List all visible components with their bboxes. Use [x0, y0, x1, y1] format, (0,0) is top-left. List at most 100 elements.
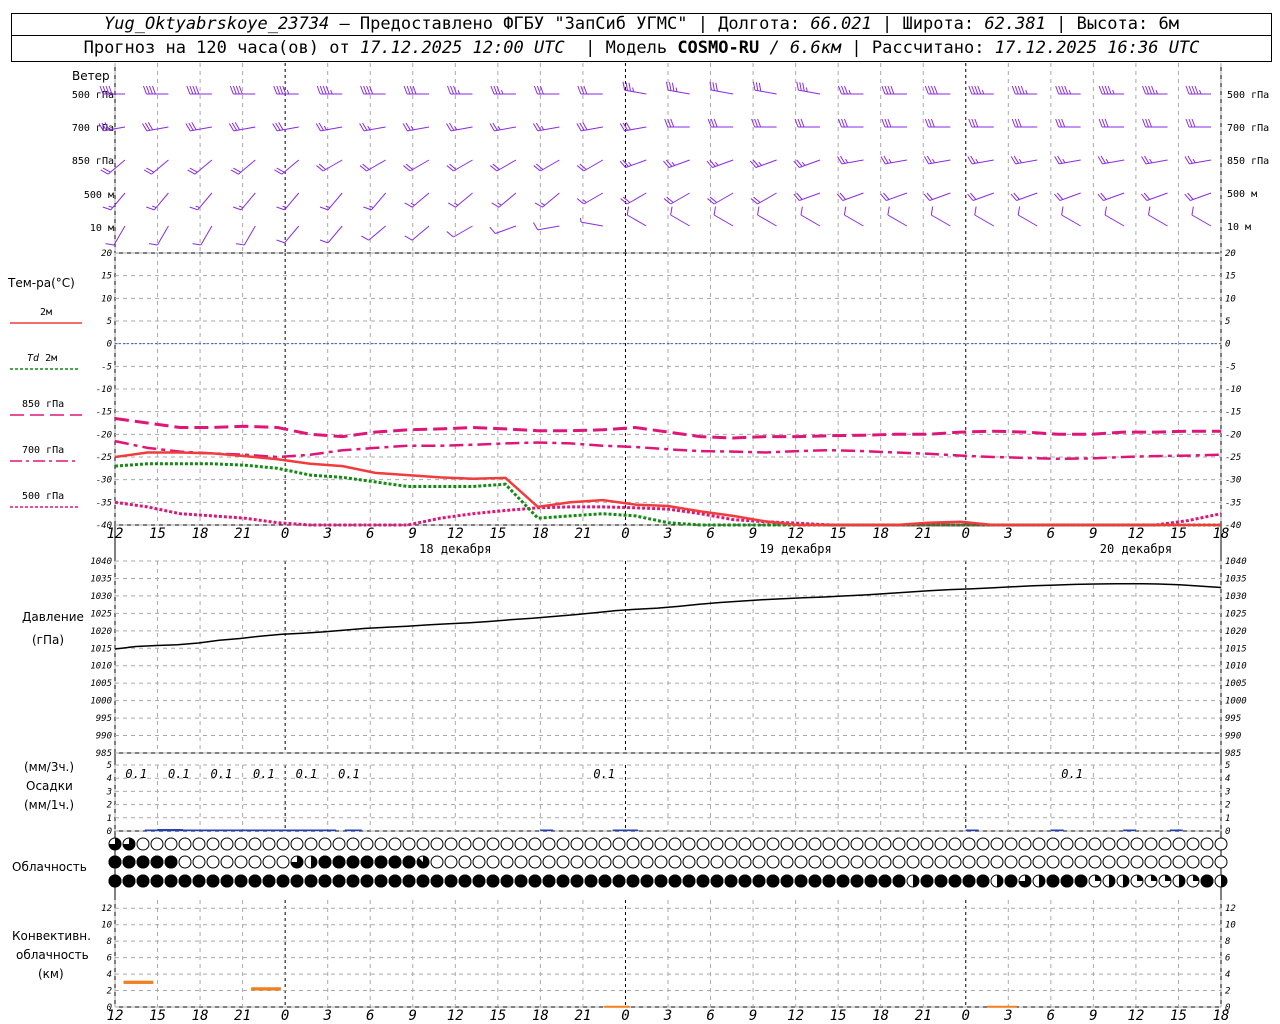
- cloud-cover-low-fill: [598, 874, 612, 888]
- cloud-cover-low-fill: [1165, 875, 1171, 881]
- cloud-cover-middle: [276, 855, 290, 869]
- x-tick-label: 15: [489, 1008, 506, 1024]
- x-tick-label: 9: [1089, 1008, 1097, 1024]
- cloud-cover-high: [1032, 837, 1046, 851]
- cloud-cover-high: [472, 837, 486, 851]
- cloud-cover-middle: [640, 855, 654, 869]
- cloud-cover-middle: [934, 855, 948, 869]
- cloud-cover-high: [892, 837, 906, 851]
- y-tick-label: -10: [96, 385, 112, 395]
- cloud-cover-middle: [822, 855, 836, 869]
- cloud-cover-low-fill: [514, 874, 528, 888]
- cloud-cover-middle: [906, 855, 920, 869]
- wind-level-label-right: 500 гПа: [1227, 90, 1269, 101]
- cloud-cover-middle: [724, 855, 738, 869]
- cloud-cover-low-fill: [892, 874, 906, 888]
- wind-barb: [447, 192, 473, 208]
- wind-barb: [1185, 118, 1211, 128]
- cloud-cover-middle: [808, 855, 822, 869]
- cloud-cover-low-fill: [416, 874, 430, 888]
- wind-barb: [577, 85, 603, 95]
- cloud-cover-low-fill: [808, 874, 822, 888]
- x-tick-label: 21: [234, 1008, 251, 1024]
- cloud-cover-middle: [584, 855, 598, 869]
- x-tick-label: 18: [872, 526, 889, 542]
- wind-barb: [880, 192, 908, 201]
- cloud-cover-middle: [612, 855, 626, 869]
- wind-level-label-right: 500 м: [1227, 189, 1257, 200]
- cloud-cover-low-fill: [864, 874, 878, 888]
- wind-barb: [272, 122, 299, 132]
- wind-barb: [974, 206, 995, 227]
- x-tick-label: 15: [830, 1008, 847, 1024]
- cloud-cover-middle: [738, 855, 752, 869]
- cloud-cover-middle: [1214, 855, 1228, 869]
- wind-barb: [751, 118, 777, 128]
- cloud-cover-low-fill: [752, 874, 766, 888]
- wind-barb: [880, 155, 908, 165]
- wind-barb: [490, 85, 516, 95]
- y-tick-label: 2: [1225, 987, 1230, 997]
- x-tick-label: 12: [447, 526, 464, 542]
- cloud-cover-high: [598, 837, 612, 851]
- y-tick-label: 995: [1225, 714, 1241, 724]
- cloud-cover-middle: [1116, 855, 1130, 869]
- cloud-cover-high: [542, 837, 556, 851]
- cloud-cover-low-fill: [150, 874, 164, 888]
- cloud-cover-middle: [178, 855, 192, 869]
- wind-barb: [1142, 85, 1168, 95]
- cloud-cover-middle: [206, 855, 220, 869]
- wind-barb: [619, 122, 647, 132]
- wind-barb: [192, 225, 213, 246]
- cloud-cover-low-fill: [556, 874, 570, 888]
- wind-barb: [533, 159, 560, 172]
- wind-barb: [142, 122, 169, 132]
- wind-barb: [707, 192, 734, 205]
- cloud-cover-middle: [710, 855, 724, 869]
- cloud-cover-middle: [486, 855, 500, 869]
- wind-barb: [1098, 85, 1125, 95]
- cloud-cover-middle: [1032, 855, 1046, 869]
- cloud-cover-low-fill: [920, 874, 934, 888]
- cloud-cover-low-fill: [1109, 875, 1115, 887]
- wind-barb: [102, 192, 126, 211]
- wind-barb: [843, 206, 864, 227]
- cloud-cover-low-fill: [654, 874, 668, 888]
- cloud-cover-high: [570, 837, 584, 851]
- y-tick-label: -25: [1225, 453, 1241, 463]
- cloud-cover-low-fill: [346, 874, 360, 888]
- cloud-cover-high: [654, 837, 668, 851]
- cloud-cover-low-fill: [1193, 875, 1199, 881]
- cloud-cover-middle-fill: [388, 855, 402, 869]
- wind-barb: [276, 225, 300, 244]
- wind-barb: [447, 85, 473, 95]
- cloud-cover-middle-fill: [136, 855, 150, 869]
- cloud-cover-middle: [528, 855, 542, 869]
- cloud-cover-high: [304, 837, 318, 851]
- wind-barb: [626, 206, 647, 227]
- cloud-cover-middle: [682, 855, 696, 869]
- wind-barb: [670, 206, 690, 227]
- wind-barb: [1148, 206, 1168, 227]
- precip-bar: [965, 829, 979, 831]
- cloud-cover-high: [1214, 837, 1228, 851]
- cloud-cover-high: [346, 837, 360, 851]
- wind-barb: [967, 192, 994, 201]
- wind-barb: [838, 118, 864, 128]
- cloud-cover-high: [906, 837, 920, 851]
- wind-barb: [793, 192, 821, 201]
- cloud-cover-middle: [472, 855, 486, 869]
- cloud-cover-low-fill: [1200, 874, 1214, 888]
- wind-barb: [707, 118, 734, 128]
- cloud-cover-middle: [752, 855, 766, 869]
- x-tick-label: 15: [1170, 526, 1187, 542]
- wind-barb: [968, 118, 994, 128]
- cloud-cover-low-fill: [640, 874, 654, 888]
- day-label: 19 декабря: [759, 542, 831, 556]
- cloud-cover-middle: [430, 855, 444, 869]
- x-tick-label: 12: [1127, 526, 1144, 542]
- cloud-cover-low-fill: [276, 874, 290, 888]
- meteogram-chart: 20 2015 1510 105 50 0-5 -5-10 -10-15 -15-20 -20-2…: [10, 63, 1269, 1024]
- cloud-cover-high: [234, 837, 248, 851]
- y-tick-label: 1015: [1225, 644, 1247, 654]
